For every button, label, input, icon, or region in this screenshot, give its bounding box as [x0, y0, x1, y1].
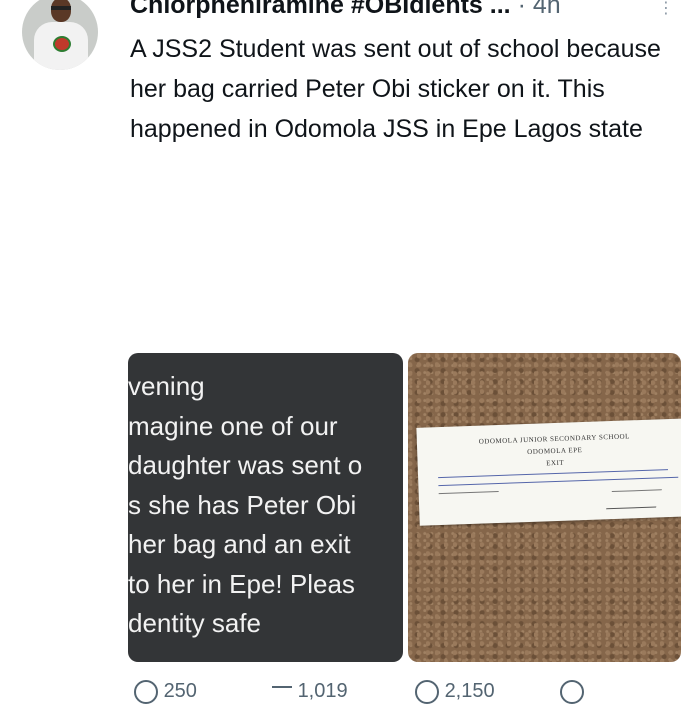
avatar-head	[51, 0, 71, 22]
more-options-icon[interactable]: ⋮	[658, 0, 675, 18]
retweet-count: 1,019	[297, 680, 348, 702]
share-icon	[560, 680, 584, 704]
separator: ·	[517, 0, 526, 19]
image-text-line: s she has Peter Obi	[128, 490, 357, 520]
image-text-line: magine one of our	[128, 411, 338, 441]
reply-count: 250	[163, 680, 197, 702]
handwriting-line	[438, 469, 669, 479]
image-text-line: vening	[128, 371, 205, 401]
tweet-header: Chlorpheniramine #OBIdients ... · 4h	[130, 0, 561, 20]
avatar-shirt-print	[53, 36, 71, 52]
retweet-icon	[272, 686, 292, 698]
reply-icon	[134, 680, 158, 704]
avatar-glasses	[51, 6, 71, 10]
image-text-line: to her in Epe! Pleas	[128, 569, 355, 599]
avatar[interactable]	[22, 0, 98, 70]
handwriting-line	[438, 476, 679, 487]
like-count: 2,150	[444, 680, 495, 702]
exit-letter: ODOMOLA JUNIOR SECONDARY SCHOOL ODOMOLA …	[416, 418, 681, 526]
handwriting-line	[438, 490, 499, 495]
share-button[interactable]	[560, 680, 584, 704]
media-image-right[interactable]: ODOMOLA JUNIOR SECONDARY SCHOOL ODOMOLA …	[408, 353, 681, 662]
tweet-actions: 250 1,019 2,150	[0, 680, 696, 704]
image-text-line: her bag and an exit	[128, 529, 351, 559]
author-name[interactable]: Chlorpheniramine #OBIdients ...	[130, 0, 511, 19]
timestamp[interactable]: 4h	[533, 0, 561, 19]
signature	[606, 489, 662, 510]
tweet-text: A JSS2 Student was sent out of school be…	[130, 35, 661, 143]
reply-button[interactable]: 250	[134, 680, 197, 704]
heart-icon	[415, 680, 439, 704]
image-text-line: daughter was sent o	[128, 450, 363, 480]
media-image-left[interactable]: vening magine one of our daughter was se…	[128, 353, 403, 662]
like-button[interactable]: 2,150	[415, 680, 495, 704]
image-text-line: dentity safe	[128, 608, 261, 638]
